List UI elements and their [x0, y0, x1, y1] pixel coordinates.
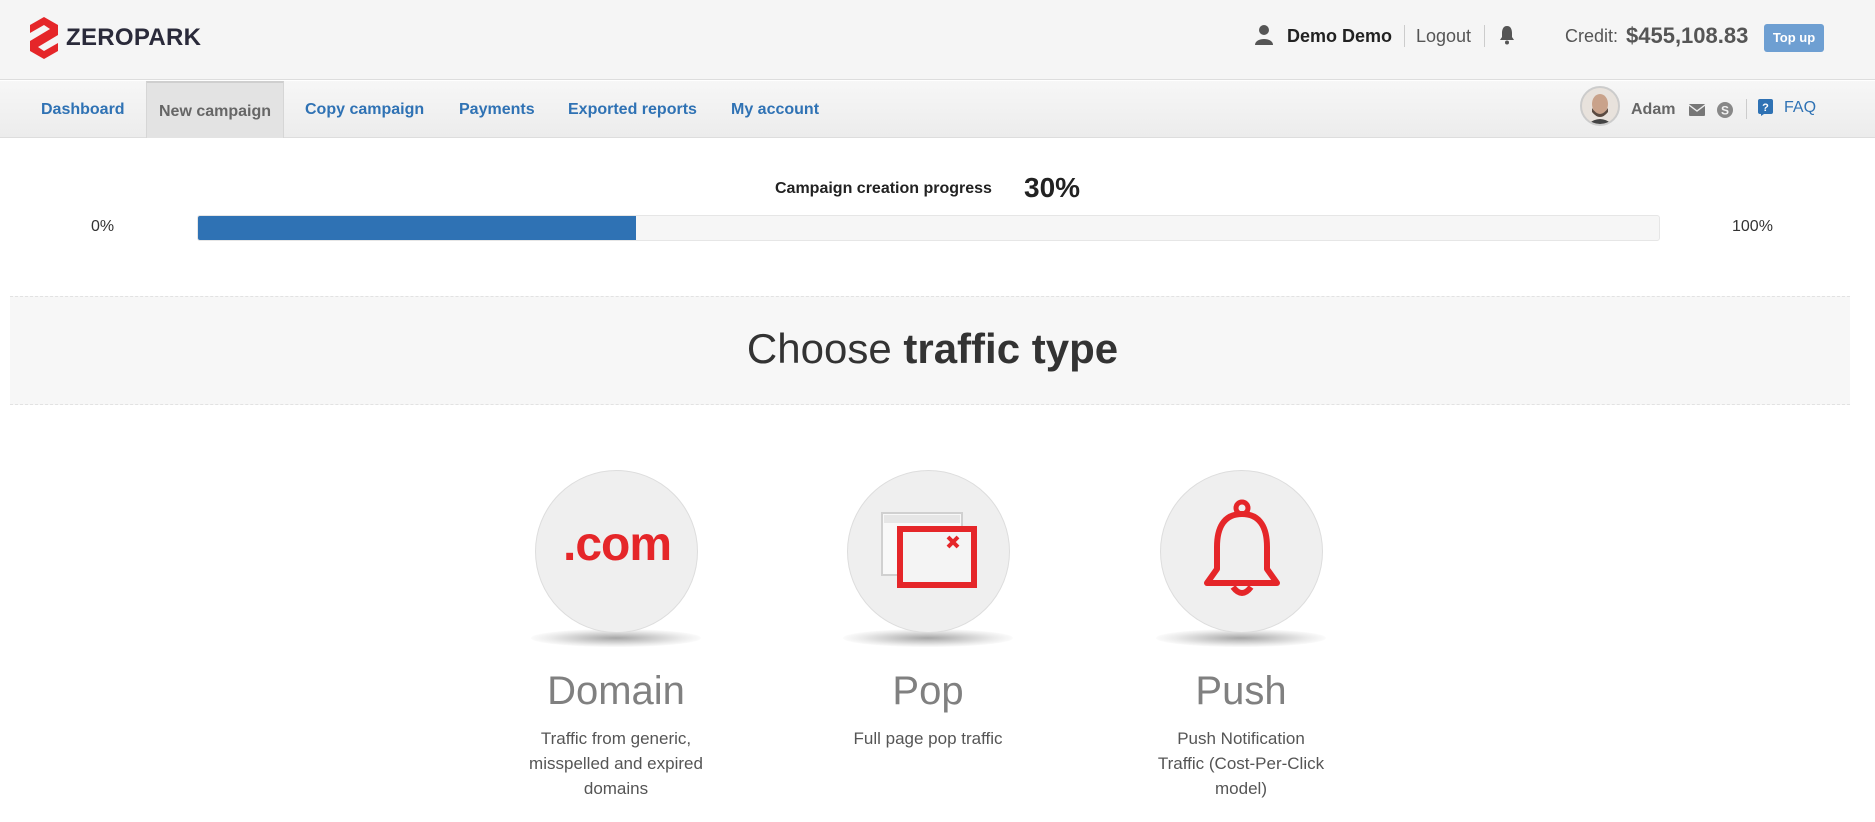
top-header: ZEROPARK Demo Demo Logout Credit: $455,1…	[0, 0, 1875, 80]
card-title: Push	[1195, 669, 1287, 713]
divider	[1404, 25, 1405, 47]
pop-icon-circle	[846, 470, 1010, 633]
credit-value: $455,108.83	[1626, 23, 1749, 48]
account-manager-name: Adam	[1631, 101, 1676, 118]
user-name[interactable]: Demo Demo	[1287, 26, 1392, 47]
divider	[1484, 25, 1485, 47]
section-title-regular: Choose	[746, 325, 904, 372]
progress-title: Campaign creation progress	[775, 180, 992, 197]
card-description: Push Notification Traffic (Cost-Per-Clic…	[1157, 729, 1325, 798]
svg-text:S: S	[1721, 104, 1729, 118]
progress-percent: 30%	[1024, 172, 1081, 203]
skype-icon[interactable]: S	[1716, 101, 1734, 119]
credit-label: Credit:	[1565, 26, 1619, 46]
progress-max-label: 100%	[1732, 218, 1773, 235]
section-title-bold: traffic type	[903, 325, 1119, 372]
faq-help-icon[interactable]: ?	[1758, 99, 1773, 116]
notifications-bell-icon[interactable]	[1498, 24, 1516, 46]
domain-icon-circle: .com	[534, 470, 698, 633]
nav-dashboard[interactable]: Dashboard	[41, 81, 125, 138]
zeropark-logo[interactable]: ZEROPARK	[29, 16, 201, 60]
top-up-button[interactable]: Top up	[1764, 24, 1824, 52]
logo-text: ZEROPARK	[66, 24, 202, 51]
traffic-type-push[interactable]: Push Push Notification Traffic (Cost-Per…	[1136, 470, 1346, 801]
logout-link[interactable]: Logout	[1416, 26, 1471, 47]
section-title: Choose traffic type	[0, 325, 1865, 373]
traffic-type-domain[interactable]: .com Domain Traffic from generic, misspe…	[511, 470, 721, 801]
nav-my-account[interactable]: My account	[731, 81, 819, 138]
zeropark-logo-icon	[30, 17, 58, 59]
dotcom-icon: .com	[562, 518, 672, 571]
account-manager-avatar	[1580, 86, 1620, 126]
card-description: Full page pop traffic	[853, 729, 1003, 748]
svg-text:?: ?	[1762, 102, 1769, 114]
progress-min-label: 0%	[91, 218, 115, 235]
progress-bar	[197, 215, 1660, 241]
traffic-type-pop[interactable]: Pop Full page pop traffic	[823, 470, 1033, 751]
nav-exported-reports[interactable]: Exported reports	[568, 81, 697, 138]
bell-icon	[1203, 499, 1280, 596]
divider	[1746, 99, 1747, 119]
mail-icon[interactable]	[1689, 104, 1705, 116]
progress-bar-fill	[198, 216, 637, 240]
card-title: Pop	[892, 669, 964, 713]
faq-link[interactable]: FAQ	[1784, 99, 1816, 117]
avatar-face-icon	[1582, 88, 1618, 124]
nav-copy-campaign[interactable]: Copy campaign	[305, 81, 424, 138]
user-icon	[1255, 25, 1273, 45]
nav-new-campaign[interactable]: New campaign	[146, 81, 285, 138]
popup-window-icon	[880, 512, 977, 588]
card-title: Domain	[547, 669, 685, 713]
push-icon-circle	[1159, 470, 1323, 633]
card-description: Traffic from generic, misspelled and exp…	[529, 729, 703, 798]
nav-payments[interactable]: Payments	[459, 81, 535, 138]
